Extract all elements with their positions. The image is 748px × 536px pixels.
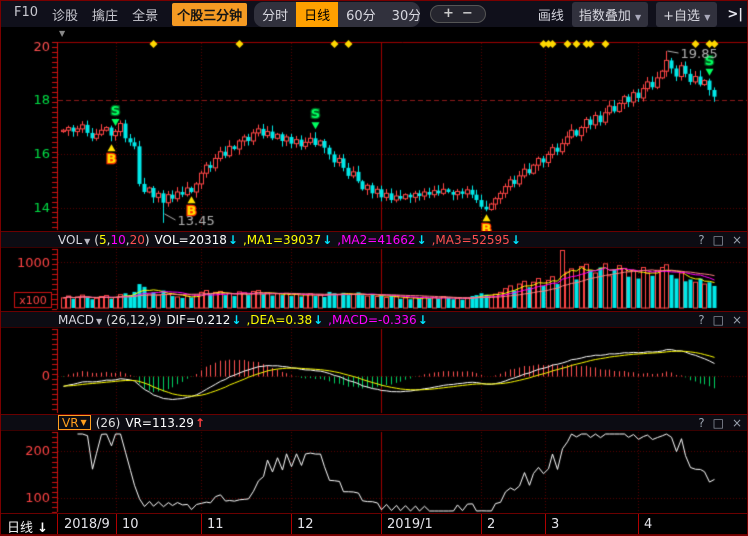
close-icon[interactable]: × (732, 416, 742, 431)
zoom-pill: + − (430, 5, 486, 23)
axis-separator (381, 514, 382, 534)
index-overlay-label: 指数叠加 (579, 9, 631, 24)
chevron-down-icon: ▼ (635, 13, 641, 22)
indicator-params: (26,12,9) (106, 313, 161, 327)
axis-date-label: 12 (297, 517, 314, 532)
param-part: (26) (96, 416, 121, 430)
arrow-up-icon: ↑ (195, 416, 205, 430)
help-icon[interactable]: ? (698, 313, 704, 328)
axis-separator (638, 514, 639, 534)
indicator-selector[interactable]: MACD▼ (58, 313, 106, 327)
period-selector[interactable]: 日线 ↓ (7, 517, 48, 536)
indicator-value: ,MA1=39037 (243, 233, 321, 247)
vr-pane-header: VR▼ (26) VR=113.29↑? □ × (1, 414, 748, 431)
add-watchlist-dropdown[interactable]: +自选 ▼ (656, 2, 717, 27)
arrow-down-icon: ↓ (322, 233, 332, 247)
param-part: (26,12,9) (106, 313, 161, 327)
axis-separator (57, 514, 58, 534)
top-toolbar: F10 诊股擒庄全景 个股三分钟 分时日线60分30分周线 ▼ + − 画线 指数… (1, 1, 748, 27)
axis-separator (291, 514, 292, 534)
period-tab[interactable]: 分时 (254, 2, 296, 27)
close-icon[interactable]: × (732, 313, 742, 328)
toolbar-menu-item[interactable]: F10 (14, 5, 38, 24)
arrow-down-icon: ↓ (231, 313, 241, 327)
chevron-down-icon: ▼ (84, 237, 90, 246)
axis-date-label: 2018/9 (64, 517, 110, 532)
axis-separator (545, 514, 546, 534)
axis-date-label: 2019/1 (387, 517, 433, 532)
collapse-panel-icon[interactable]: >| (727, 7, 743, 22)
period-tabs: 分时日线60分30分周线 ▼ (254, 2, 420, 27)
indicator-selector-box[interactable]: VR▼ (58, 415, 91, 430)
param-part: 10 (110, 233, 125, 247)
indicator-title[interactable]: VR (62, 416, 79, 430)
axis-date-label: 4 (644, 517, 652, 532)
indicator-value: ,MA2=41662 (337, 233, 415, 247)
maximize-icon[interactable]: □ (713, 233, 724, 248)
axis-date-label: 10 (122, 517, 139, 532)
param-part: ) (145, 233, 150, 247)
zoom-in-button[interactable]: + (443, 7, 454, 21)
stock-3min-button[interactable]: 个股三分钟 (172, 3, 247, 26)
chevron-down-icon: ▼ (96, 317, 102, 326)
toolbar-menu-item[interactable]: 擒庄 (92, 5, 118, 24)
indicator-params: (26) (96, 416, 121, 430)
stock-chart-canvas[interactable] (1, 1, 748, 536)
bottom-axis-bar: 日线 ↓ 2018/9 10 11 12 2019/1 2 3 4 (1, 513, 748, 536)
close-icon[interactable]: × (732, 233, 742, 248)
arrow-down-icon: ↓ (511, 233, 521, 247)
help-icon[interactable]: ? (698, 233, 704, 248)
indicator-params: (5,10,20) (94, 233, 149, 247)
index-overlay-dropdown[interactable]: 指数叠加 ▼ (572, 2, 648, 27)
axis-separator (201, 514, 202, 534)
indicator-value: VOL=20318 (155, 233, 227, 247)
indicator-value: ,DEA=0.38 (246, 313, 312, 327)
axis-separator (116, 514, 117, 534)
indicator-value: ,MA3=52595 (432, 233, 510, 247)
period-tab[interactable]: 60分 (338, 2, 384, 27)
stock-app-window: F10 诊股擒庄全景 个股三分钟 分时日线60分30分周线 ▼ + − 画线 指数… (0, 0, 748, 536)
indicator-title[interactable]: MACD (58, 313, 94, 327)
draw-line-button[interactable]: 画线 (538, 5, 564, 24)
macd-pane-header: MACD▼(26,12,9)DIF=0.212↓,DEA=0.38↓,MACD=… (1, 311, 748, 328)
indicator-value: VR=113.29 (125, 416, 194, 430)
param-part: 20 (130, 233, 145, 247)
arrow-down-icon: ↓ (418, 313, 428, 327)
indicator-title[interactable]: VOL (58, 233, 82, 247)
axis-date-label: 3 (551, 517, 559, 532)
vol-pane-header: VOL▼(5,10,20)VOL=20318↓,MA1=39037↓,MA2=4… (1, 231, 748, 248)
axis-date-label: 2 (487, 517, 495, 532)
zoom-out-button[interactable]: − (462, 7, 473, 21)
arrow-down-icon: ↓ (37, 521, 48, 536)
param-part: 5 (99, 233, 107, 247)
add-watchlist-label: +自选 (663, 9, 700, 24)
maximize-icon[interactable]: □ (713, 416, 724, 431)
axis-separator (481, 514, 482, 534)
help-icon[interactable]: ? (698, 416, 704, 431)
indicator-dropdown-icon[interactable]: ▼ (59, 29, 65, 38)
chevron-down-icon: ▼ (704, 13, 710, 22)
period-tab[interactable]: 日线 (296, 2, 338, 27)
toolbar-menu-item[interactable]: 全景 (132, 5, 158, 24)
arrow-down-icon: ↓ (417, 233, 427, 247)
toolbar-menu-item[interactable]: 诊股 (52, 5, 78, 24)
indicator-value: ,MACD=-0.336 (328, 313, 417, 327)
period-tab[interactable]: 30分 (384, 2, 420, 27)
chevron-down-icon: ▼ (81, 418, 87, 427)
toolbar-menu: F10 诊股擒庄全景 (7, 5, 165, 24)
arrow-down-icon: ↓ (228, 233, 238, 247)
period-label: 日线 (7, 521, 33, 536)
arrow-down-icon: ↓ (313, 313, 323, 327)
maximize-icon[interactable]: □ (713, 313, 724, 328)
indicator-selector[interactable]: VOL▼ (58, 233, 94, 247)
axis-date-label: 11 (207, 517, 224, 532)
indicator-value: DIF=0.212 (166, 313, 230, 327)
